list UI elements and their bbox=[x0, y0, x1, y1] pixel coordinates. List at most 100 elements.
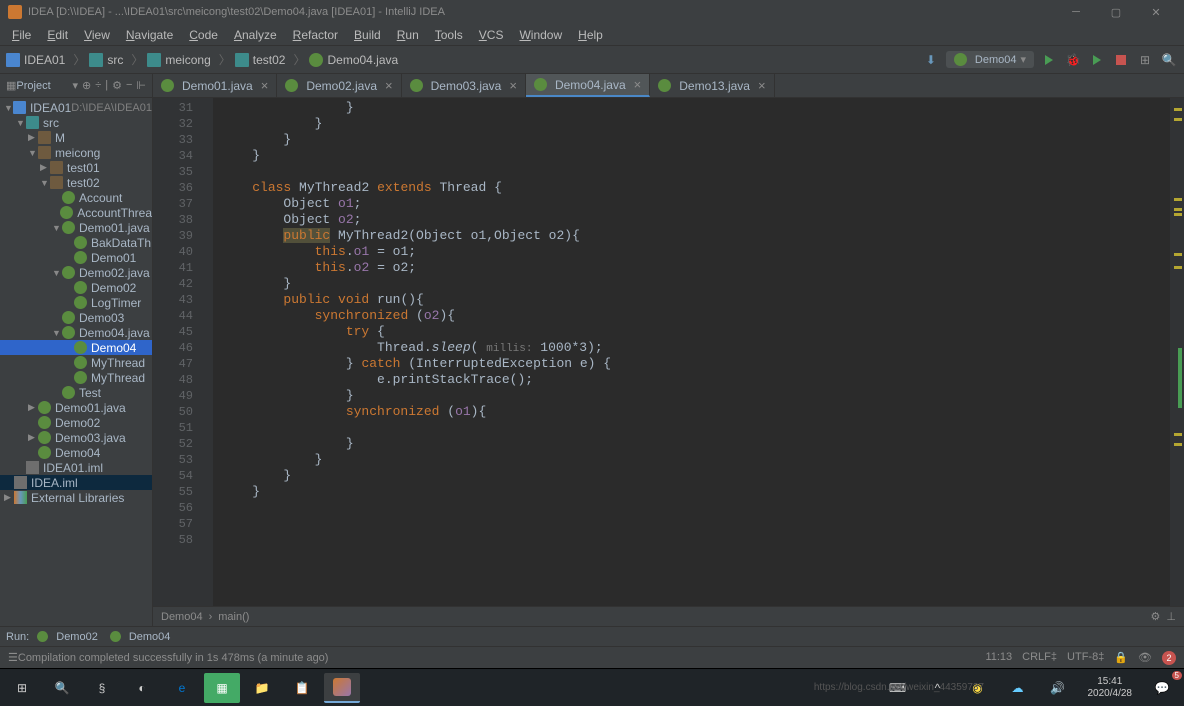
app-icon-1[interactable]: ◐ bbox=[124, 673, 160, 703]
tree-item-20[interactable]: ▶Demo01.java bbox=[0, 400, 152, 415]
explorer-icon[interactable]: 📁 bbox=[244, 673, 280, 703]
tree-item-10[interactable]: Demo01 bbox=[0, 250, 152, 265]
tree-item-4[interactable]: ▶test01 bbox=[0, 160, 152, 175]
tree-item-24[interactable]: IDEA01.iml bbox=[0, 460, 152, 475]
settings-icon[interactable]: ▾ bbox=[72, 79, 78, 92]
menu-edit[interactable]: Edit bbox=[39, 26, 76, 44]
run-tab-demo04[interactable]: Demo04 bbox=[110, 631, 171, 643]
tab-Demo13.java[interactable]: Demo13.java× bbox=[650, 74, 774, 97]
tree-item-26[interactable]: ▶External Libraries bbox=[0, 490, 152, 505]
coverage-button[interactable] bbox=[1088, 51, 1106, 69]
tab-Demo01.java[interactable]: Demo01.java× bbox=[153, 74, 277, 97]
tree-item-2[interactable]: ▶M bbox=[0, 130, 152, 145]
search-icon[interactable]: 🔍 bbox=[1160, 51, 1178, 69]
project-tree[interactable]: ▼IDEA01 D:\IDEA\IDEA01▼src▶M▼meicong▶tes… bbox=[0, 98, 152, 626]
line-sep[interactable]: CRLF‡ bbox=[1022, 651, 1057, 665]
target-icon[interactable]: ⊕ bbox=[82, 79, 91, 92]
debug-button[interactable]: 🐞 bbox=[1064, 51, 1082, 69]
inspect-icon[interactable]: 👁 bbox=[1138, 651, 1152, 665]
menu-tools[interactable]: Tools bbox=[427, 26, 471, 44]
readonly-icon[interactable]: 🔒 bbox=[1114, 651, 1128, 665]
tree-item-5[interactable]: ▼test02 bbox=[0, 175, 152, 190]
breadcrumb-2[interactable]: meicong bbox=[147, 53, 210, 67]
maximize-button[interactable]: ▢ bbox=[1096, 0, 1136, 24]
tree-item-22[interactable]: ▶Demo03.java bbox=[0, 430, 152, 445]
more-icon[interactable]: ⊩ bbox=[136, 79, 146, 92]
tree-item-16[interactable]: Demo04 bbox=[0, 340, 152, 355]
breadcrumb-4[interactable]: Demo04.java bbox=[309, 53, 398, 67]
start-button[interactable]: ⊞ bbox=[4, 673, 40, 703]
menu-help[interactable]: Help bbox=[570, 26, 611, 44]
encoding[interactable]: UTF-8‡ bbox=[1067, 651, 1104, 665]
tree-item-7[interactable]: AccountThrea bbox=[0, 205, 152, 220]
project-header[interactable]: ▦ Project ▾ ⊕ ÷ | ⚙ − ⊩ bbox=[0, 74, 152, 98]
tab-Demo02.java[interactable]: Demo02.java× bbox=[277, 74, 401, 97]
tree-item-17[interactable]: MyThread bbox=[0, 355, 152, 370]
search-button[interactable]: 🔍 bbox=[44, 673, 80, 703]
code-editor[interactable]: 3132333435363738394041424344454647484950… bbox=[153, 98, 1184, 606]
tree-item-19[interactable]: Test bbox=[0, 385, 152, 400]
menu-view[interactable]: View bbox=[76, 26, 118, 44]
edge-icon[interactable]: e bbox=[164, 673, 200, 703]
menu-vcs[interactable]: VCS bbox=[471, 26, 512, 44]
close-tab-icon[interactable]: × bbox=[634, 77, 642, 92]
code-content[interactable]: } } } } class MyThread2 extends Thread {… bbox=[213, 98, 1170, 606]
stop-button[interactable] bbox=[1112, 51, 1130, 69]
menu-run[interactable]: Run bbox=[389, 26, 427, 44]
notif-badge[interactable]: 2 bbox=[1162, 651, 1176, 665]
structure-breadcrumbs[interactable]: Demo04›main() ⚙ ⊥ bbox=[153, 606, 1184, 626]
tree-item-21[interactable]: Demo02 bbox=[0, 415, 152, 430]
tree-item-18[interactable]: MyThread bbox=[0, 370, 152, 385]
tree-item-3[interactable]: ▼meicong bbox=[0, 145, 152, 160]
tree-item-14[interactable]: Demo03 bbox=[0, 310, 152, 325]
menu-refactor[interactable]: Refactor bbox=[285, 26, 346, 44]
tray-vol[interactable]: 🔊 bbox=[1040, 673, 1076, 703]
close-tab-icon[interactable]: × bbox=[758, 78, 766, 93]
tree-item-13[interactable]: LogTimer bbox=[0, 295, 152, 310]
minimize-button[interactable]: ─ bbox=[1056, 0, 1096, 24]
breadcrumb-0[interactable]: IDEA01 bbox=[6, 53, 65, 67]
breadcrumb-1[interactable]: src bbox=[89, 53, 123, 67]
intellij-icon[interactable] bbox=[324, 673, 360, 703]
close-tab-icon[interactable]: × bbox=[385, 78, 393, 93]
tree-item-8[interactable]: ▼Demo01.java bbox=[0, 220, 152, 235]
tree-item-1[interactable]: ▼src bbox=[0, 115, 152, 130]
hide-icon[interactable]: − bbox=[126, 79, 132, 92]
tree-item-0[interactable]: ▼IDEA01 D:\IDEA\IDEA01 bbox=[0, 100, 152, 115]
menu-file[interactable]: File bbox=[4, 26, 39, 44]
collapse-icon[interactable]: ÷ bbox=[95, 79, 101, 92]
run-button[interactable] bbox=[1040, 51, 1058, 69]
tab-Demo04.java[interactable]: Demo04.java× bbox=[526, 74, 650, 97]
tree-item-11[interactable]: ▼Demo02.java bbox=[0, 265, 152, 280]
run-tab-demo02[interactable]: Demo02 bbox=[37, 631, 98, 643]
cursor-position[interactable]: 11:13 bbox=[985, 651, 1012, 665]
tree-item-15[interactable]: ▼Demo04.java bbox=[0, 325, 152, 340]
tree-item-12[interactable]: Demo02 bbox=[0, 280, 152, 295]
chain-icon[interactable]: § bbox=[84, 673, 120, 703]
menu-build[interactable]: Build bbox=[346, 26, 389, 44]
close-tab-icon[interactable]: × bbox=[509, 78, 517, 93]
tray-cloud[interactable]: ☁ bbox=[1000, 673, 1036, 703]
close-tab-icon[interactable]: × bbox=[261, 78, 269, 93]
gear-icon[interactable]: ⚙ bbox=[112, 79, 122, 92]
tree-item-25[interactable]: IDEA.iml bbox=[0, 475, 152, 490]
tab-Demo03.java[interactable]: Demo03.java× bbox=[402, 74, 526, 97]
close-button[interactable]: ✕ bbox=[1136, 0, 1176, 24]
tree-item-6[interactable]: Account bbox=[0, 190, 152, 205]
tree-item-23[interactable]: Demo04 bbox=[0, 445, 152, 460]
breadcrumb-3[interactable]: test02 bbox=[235, 53, 286, 67]
gear-icon[interactable]: ⚙ bbox=[1151, 610, 1161, 623]
clock[interactable]: 15:41 2020/4/28 bbox=[1080, 676, 1141, 700]
menu-analyze[interactable]: Analyze bbox=[226, 26, 285, 44]
app-icon-2[interactable]: ▦ bbox=[204, 673, 240, 703]
menu-code[interactable]: Code bbox=[181, 26, 226, 44]
menu-navigate[interactable]: Navigate bbox=[118, 26, 181, 44]
run-config-selector[interactable]: Demo04 ▾ bbox=[946, 51, 1034, 68]
build-icon[interactable]: ⬇ bbox=[922, 51, 940, 69]
menu-window[interactable]: Window bbox=[511, 26, 570, 44]
tree-item-9[interactable]: BakDataTh bbox=[0, 235, 152, 250]
tray-notif[interactable]: 💬5 bbox=[1144, 673, 1180, 703]
marker-bar[interactable] bbox=[1170, 98, 1184, 606]
dock-icon[interactable]: ⊥ bbox=[1166, 610, 1176, 623]
structure-icon[interactable]: ⊞ bbox=[1136, 51, 1154, 69]
